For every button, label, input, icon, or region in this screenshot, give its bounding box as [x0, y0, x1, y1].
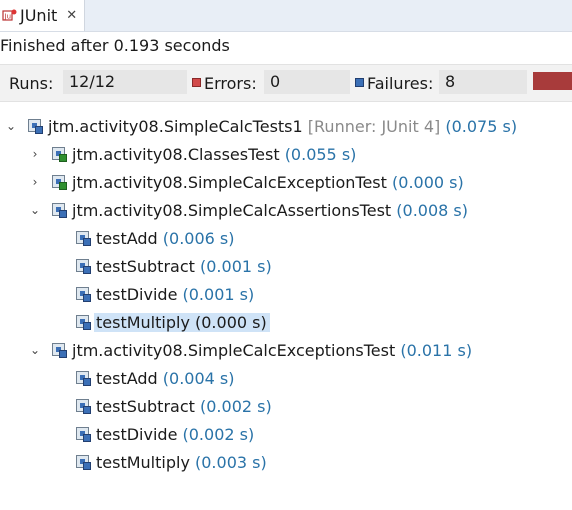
test-fail-icon	[76, 427, 91, 442]
test-fail-icon	[76, 315, 91, 330]
suite-name: jtm.activity08.ClassesTest	[72, 145, 280, 164]
suite-pass-icon	[52, 147, 67, 162]
junit-tab[interactable]: Ju JUnit ✕	[0, 0, 85, 31]
test-name: testDivide	[96, 425, 178, 444]
chevron-right-icon[interactable]: ›	[29, 176, 41, 188]
errors-label: Errors:	[204, 74, 257, 93]
suite-fail-icon	[28, 119, 43, 134]
test-fail-icon	[76, 259, 91, 274]
test-fail-icon	[76, 455, 91, 470]
suite-name: jtm.activity08.SimpleCalcAssertionsTest	[72, 201, 392, 220]
suite-time: (0.055 s)	[284, 145, 357, 164]
run-status: Finished after 0.193 seconds	[0, 36, 230, 55]
runs-value: 12/12	[63, 70, 187, 94]
chevron-down-icon[interactable]: ⌄	[5, 120, 17, 132]
test-name: testMultiply	[96, 313, 190, 332]
test-name: testSubtract	[96, 397, 195, 416]
test-fail-icon	[76, 399, 91, 414]
errors-value: 0	[264, 70, 350, 94]
suite-fail-icon	[52, 343, 67, 358]
close-icon[interactable]: ✕	[66, 8, 77, 23]
test-time: (0.004 s)	[162, 369, 235, 388]
test-name: testSubtract	[96, 257, 195, 276]
test-time: (0.006 s)	[162, 229, 235, 248]
suite-name: jtm.activity08.SimpleCalcExceptionTest	[72, 173, 387, 192]
runs-label: Runs:	[9, 74, 54, 93]
chevron-down-icon[interactable]: ⌄	[29, 344, 41, 356]
test-time: (0.001 s)	[182, 285, 255, 304]
suite-time: (0.008 s)	[396, 201, 469, 220]
root-name: jtm.activity08.SimpleCalcTests1	[48, 117, 303, 136]
test-name: testAdd	[96, 369, 158, 388]
test-time: (0.001 s)	[200, 257, 272, 276]
junit-icon: Ju	[2, 8, 18, 24]
test-time: (0.000 s)	[195, 313, 267, 332]
test-time: (0.002 s)	[200, 397, 272, 416]
root-time: (0.075 s)	[445, 117, 518, 136]
root-runner: [Runner: JUnit 4]	[307, 117, 441, 136]
tab-label: JUnit	[20, 6, 58, 25]
failures-label: Failures:	[367, 74, 434, 93]
error-icon	[192, 78, 201, 87]
suite-time: (0.000 s)	[392, 173, 464, 192]
test-time: (0.003 s)	[195, 453, 267, 472]
test-name: testMultiply	[96, 453, 190, 472]
test-fail-icon	[76, 287, 91, 302]
test-fail-icon	[76, 231, 91, 246]
view-tab-bar: Ju JUnit ✕	[0, 0, 572, 32]
counter-panel: Runs: 12/12 Errors: 0 Failures: 8	[0, 64, 572, 102]
suite-pass-icon	[52, 175, 67, 190]
suite-time: (0.011 s)	[400, 341, 473, 360]
svg-text:Ju: Ju	[4, 12, 12, 20]
test-name: testDivide	[96, 285, 178, 304]
failure-icon	[355, 78, 364, 87]
suite-name: jtm.activity08.SimpleCalcExceptionsTest	[72, 341, 396, 360]
progress-bar	[533, 72, 572, 90]
chevron-right-icon[interactable]: ›	[29, 148, 41, 160]
test-name: testAdd	[96, 229, 158, 248]
chevron-down-icon[interactable]: ⌄	[29, 204, 41, 216]
failures-value: 8	[439, 70, 527, 94]
suite-fail-icon	[52, 203, 67, 218]
test-time: (0.002 s)	[182, 425, 255, 444]
test-fail-icon	[76, 371, 91, 386]
